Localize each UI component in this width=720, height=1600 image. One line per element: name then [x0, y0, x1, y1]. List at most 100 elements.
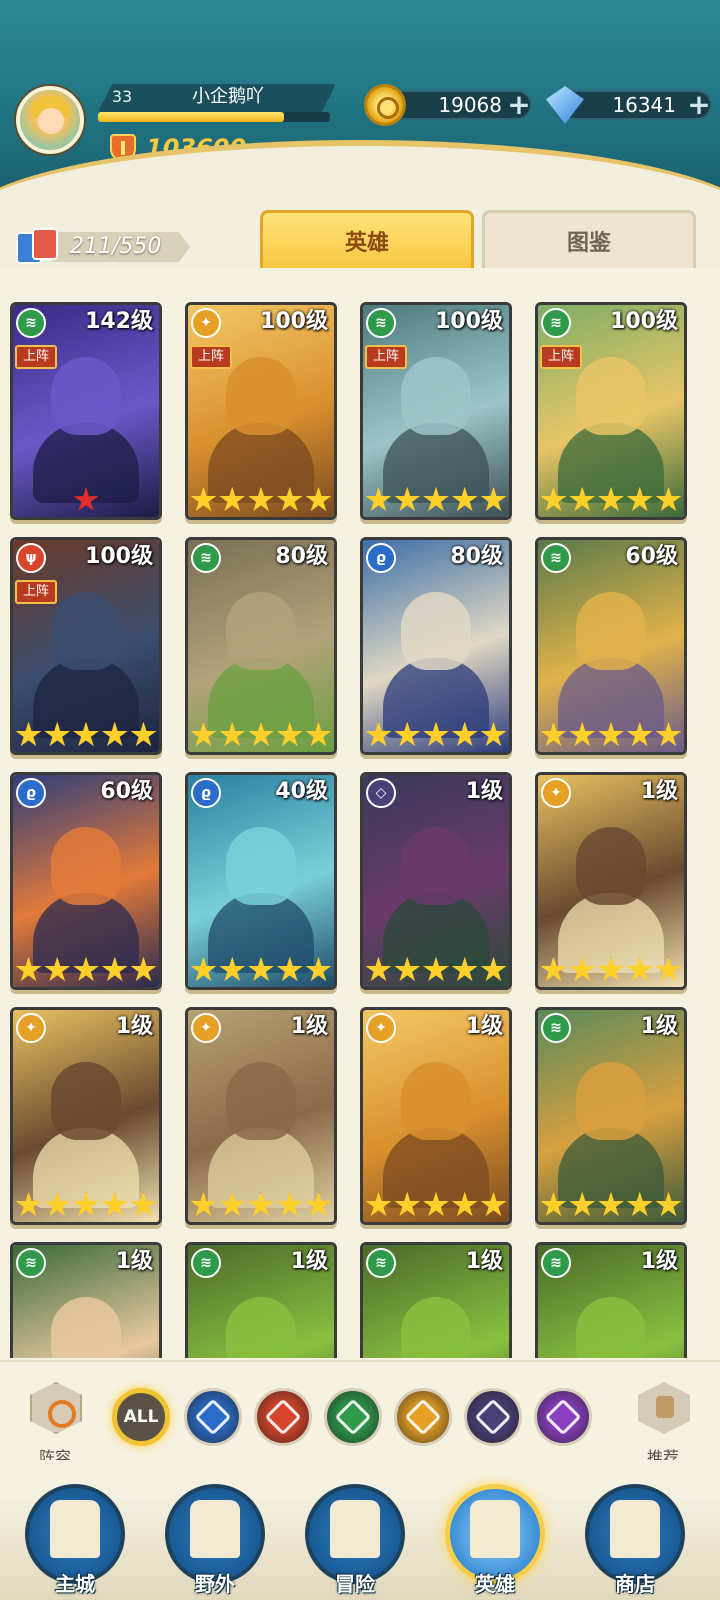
- star-icon: [394, 486, 421, 512]
- hero-level: 100级: [260, 309, 328, 334]
- filter-nature-button[interactable]: [324, 1388, 382, 1446]
- star-icon: [480, 486, 507, 512]
- nature-element-icon: ≋: [366, 308, 396, 338]
- star-icon: [423, 956, 449, 982]
- hero-level: 80级: [450, 544, 503, 569]
- filter-arcane-button[interactable]: [534, 1388, 592, 1446]
- hero-level: 1级: [640, 779, 678, 804]
- hero-card[interactable]: ≋ 1级: [360, 1242, 512, 1358]
- star-icon: [365, 956, 392, 982]
- nav-item-3[interactable]: 英雄: [440, 1484, 550, 1600]
- star-icon: [276, 956, 303, 982]
- nav-building-icon: [470, 1500, 520, 1558]
- hero-card[interactable]: ψ 100级 上阵: [10, 537, 162, 755]
- hero-card[interactable]: ≋ 1级: [535, 1242, 687, 1358]
- nav-item-1[interactable]: 野外: [160, 1484, 270, 1600]
- hero-card[interactable]: ✦ 1级: [10, 1007, 162, 1225]
- star-icon: [190, 486, 217, 512]
- hero-card[interactable]: ≋ 100级 上阵: [535, 302, 687, 520]
- tab-heroes[interactable]: 英雄: [260, 210, 474, 272]
- filter-water-button[interactable]: [184, 1388, 242, 1446]
- star-rating: [365, 720, 507, 750]
- star-icon: [598, 486, 624, 512]
- hero-card[interactable]: ≋ 1级: [535, 1007, 687, 1225]
- hero-card[interactable]: ✦ 1级: [185, 1007, 337, 1225]
- star-icon: [248, 486, 274, 512]
- star-icon: [569, 486, 596, 512]
- hero-level: 1级: [640, 1249, 678, 1274]
- star-rating: [190, 955, 332, 985]
- filter-all-button[interactable]: ALL: [112, 1388, 170, 1446]
- hero-card[interactable]: ✦ 1级: [360, 1007, 512, 1225]
- star-icon: [423, 486, 449, 512]
- hero-card[interactable]: ϱ 40级: [185, 772, 337, 990]
- hero-card[interactable]: ✦ 100级 上阵: [185, 302, 337, 520]
- lineup-button[interactable]: 阵容: [20, 1382, 90, 1472]
- hero-card[interactable]: ≋ 142级 上阵: [10, 302, 162, 520]
- light-element-icon: ✦: [191, 1013, 221, 1043]
- hero-count: 211/550: [70, 234, 162, 259]
- hero-card[interactable]: ≋ 1级: [10, 1242, 162, 1358]
- nav-item-4[interactable]: 商店: [580, 1484, 690, 1600]
- nav-label: 英雄: [475, 1572, 515, 1596]
- star-icon: [219, 1191, 246, 1217]
- gem-amount: 16341: [612, 93, 676, 117]
- hero-face: [51, 1297, 121, 1358]
- star-icon: [394, 721, 421, 747]
- star-icon: [219, 956, 246, 982]
- hero-cards-icon: [16, 228, 60, 264]
- hero-card[interactable]: ϱ 80级: [360, 537, 512, 755]
- thumbs-up-icon: [638, 1382, 690, 1434]
- hero-level: 40级: [275, 779, 328, 804]
- star-rating: [540, 1190, 682, 1220]
- nav-item-0[interactable]: 主城: [20, 1484, 130, 1600]
- star-icon: [655, 486, 682, 512]
- tab-codex[interactable]: 图鉴: [482, 210, 696, 272]
- star-icon: [15, 721, 42, 747]
- hero-face: [401, 357, 471, 435]
- hero-card[interactable]: ϱ 60级: [10, 772, 162, 990]
- star-icon: [451, 486, 478, 512]
- star-icon: [655, 956, 682, 982]
- hero-level: 1级: [465, 779, 503, 804]
- star-icon: [569, 956, 596, 982]
- star-rating: [365, 1190, 507, 1220]
- hero-card[interactable]: ≋ 100级 上阵: [360, 302, 512, 520]
- hero-card[interactable]: ≋ 1级: [185, 1242, 337, 1358]
- recommend-button[interactable]: 推荐: [628, 1382, 698, 1472]
- add-gold-button[interactable]: +: [506, 91, 532, 119]
- filter-light-button[interactable]: [394, 1388, 452, 1446]
- hero-level: 1级: [290, 1014, 328, 1039]
- player-avatar[interactable]: [16, 86, 84, 154]
- star-rating: [540, 485, 682, 515]
- star-rating: [190, 720, 332, 750]
- hero-card[interactable]: ≋ 80级: [185, 537, 337, 755]
- star-icon: [540, 486, 567, 512]
- deployed-tag: 上阵: [190, 345, 232, 369]
- star-icon: [305, 1191, 332, 1217]
- hero-card[interactable]: ◇ 1级: [360, 772, 512, 990]
- nav-building-icon: [190, 1500, 240, 1558]
- hero-card[interactable]: ≋ 60级: [535, 537, 687, 755]
- hero-face: [401, 1297, 471, 1358]
- hero-card[interactable]: ✦ 1级: [535, 772, 687, 990]
- player-name: 小企鹅吖: [192, 86, 264, 107]
- filter-fire-button[interactable]: [254, 1388, 312, 1446]
- lineup-icon: [30, 1382, 82, 1434]
- nature-element-icon: ≋: [191, 543, 221, 573]
- water-element-icon: [194, 1398, 232, 1436]
- filter-void-button[interactable]: [464, 1388, 522, 1446]
- avatar-face: [38, 108, 64, 134]
- hero-grid[interactable]: ≋ 142级 上阵 ✦ 100级 上阵 ≋ 100级 上阵 ≋ 100级 上阵 ψ 100级 上阵 ≋ 80级 ϱ…: [8, 300, 712, 1358]
- star-icon: [598, 721, 624, 747]
- hero-face: [576, 592, 646, 670]
- light-element-icon: [404, 1398, 442, 1436]
- hero-face: [226, 1297, 296, 1358]
- add-gems-button[interactable]: +: [686, 91, 712, 119]
- nav-label: 主城: [55, 1572, 95, 1596]
- nav-item-2[interactable]: 冒险: [300, 1484, 410, 1600]
- hero-face: [401, 1062, 471, 1140]
- star-rating: [15, 720, 157, 750]
- hero-face: [226, 357, 296, 435]
- hero-level: 1级: [290, 1249, 328, 1274]
